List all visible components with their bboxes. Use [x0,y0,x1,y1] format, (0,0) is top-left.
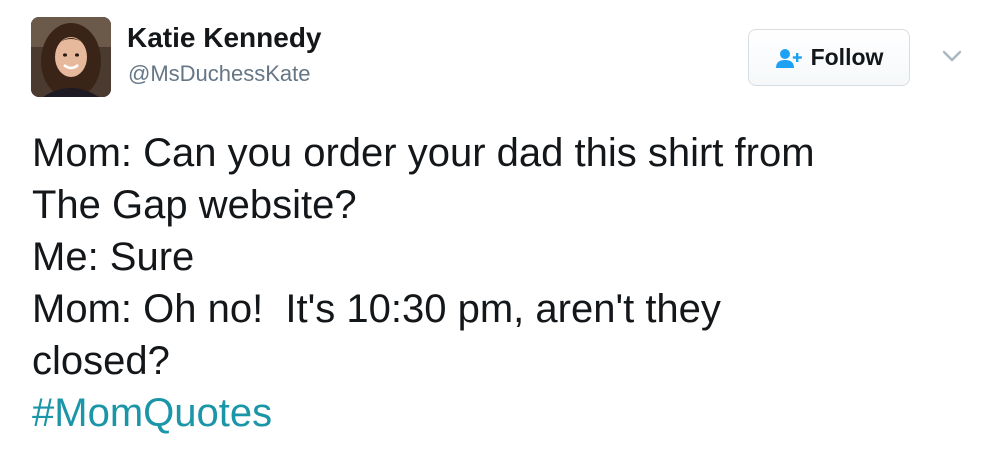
follow-button[interactable]: Follow [748,29,910,86]
tweet-line: closed? [32,339,170,383]
tweet-line: Mom: Can you order your dad this shirt f… [32,131,815,175]
tweet-card: Katie Kennedy @MsDuchessKate Follow Mom:… [0,0,990,449]
chevron-down-icon[interactable] [940,47,964,65]
tweet-text: Mom: Can you order your dad this shirt f… [32,127,972,439]
hashtag-link[interactable]: #MomQuotes [32,387,972,439]
tweet-line: Me: Sure [32,235,195,279]
tweet-line: Mom: Oh no! It's 10:30 pm, aren't they [32,287,721,331]
tweet-line: The Gap website? [32,183,357,227]
avatar[interactable] [31,17,111,97]
add-user-icon [775,47,803,69]
display-name[interactable]: Katie Kennedy [127,22,322,54]
avatar-photo [31,17,111,97]
follow-button-label: Follow [810,44,884,70]
user-handle[interactable]: @MsDuchessKate [128,61,311,87]
